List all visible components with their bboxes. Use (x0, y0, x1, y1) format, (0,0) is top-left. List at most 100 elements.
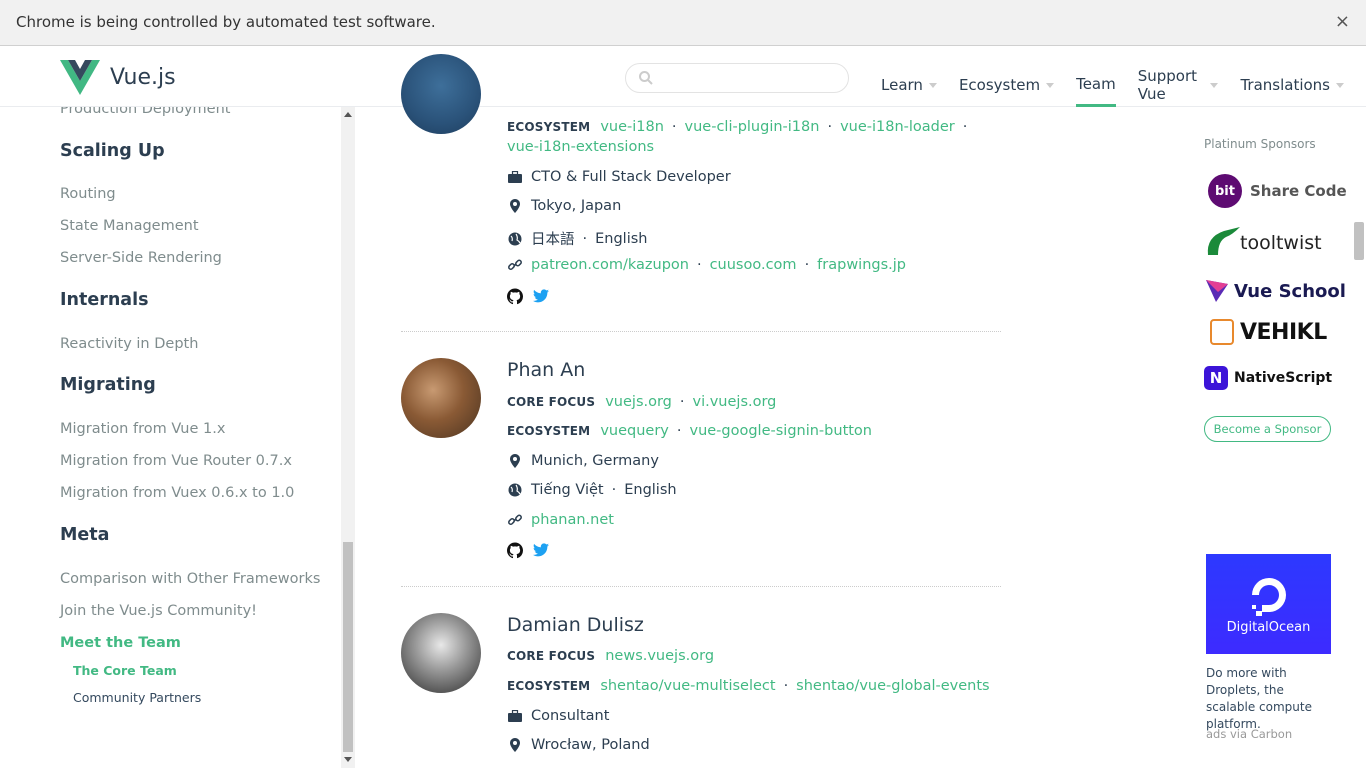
scroll-up-arrow-icon[interactable] (344, 112, 352, 117)
infobar-close-icon[interactable]: × (1335, 11, 1350, 32)
ecosystem-link[interactable]: shentao/vue-multiselect (600, 678, 775, 694)
member-name: Damian Dulisz (507, 614, 644, 636)
chevron-down-icon (1336, 82, 1344, 88)
sponsors-heading: Platinum Sponsors (1204, 137, 1316, 151)
sidebar-sublink-community-partners[interactable]: Community Partners (73, 690, 201, 705)
sidebar-section-scaling-up: Scaling Up (60, 141, 165, 161)
logo[interactable]: Vue.js (60, 60, 176, 95)
sponsor-name: Share Code (1250, 182, 1347, 200)
ecosystem-link[interactable]: vue-i18n-loader (840, 119, 955, 135)
sidebar: Production Deployment Scaling Up Routing… (0, 107, 340, 768)
core-focus-link[interactable]: news.vuejs.org (605, 648, 714, 664)
digitalocean-logo-icon (1252, 578, 1286, 616)
github-icon[interactable] (507, 542, 523, 558)
github-icon[interactable] (507, 288, 523, 304)
globe-icon (507, 231, 523, 247)
nav-ecosystem[interactable]: Ecosystem (959, 67, 1055, 107)
core-focus-row: CORE FOCUS vuejs.org · vi.vuejs.org (507, 394, 777, 410)
ecosystem-link[interactable]: vue-google-signin-button (689, 423, 872, 439)
page-scroll-thumb[interactable] (1354, 222, 1364, 260)
sidebar-section-meta: Meta (60, 525, 110, 545)
map-marker-icon (507, 198, 523, 214)
sidebar-link-state-management[interactable]: State Management (60, 218, 199, 234)
location-text: Wrocław, Poland (531, 737, 650, 753)
link-icon (507, 512, 523, 528)
globe-icon (507, 482, 523, 498)
team-member-card: Damian Dulisz CORE FOCUS news.vuejs.org … (401, 613, 1001, 768)
nav-team-label: Team (1076, 74, 1116, 93)
ecosystem-link[interactable]: vue-cli-plugin-i18n (685, 119, 820, 135)
sidebar-link-migration-vue1[interactable]: Migration from Vue 1.x (60, 421, 225, 437)
core-focus-link[interactable]: vuejs.org (605, 394, 672, 410)
personal-link[interactable]: frapwings.jp (817, 257, 906, 273)
carbon-ad-text[interactable]: Do more with Droplets, the scalable comp… (1206, 665, 1336, 733)
ecosystem-link[interactable]: shentao/vue-global-events (796, 678, 989, 694)
sidebar-link-ssr[interactable]: Server-Side Rendering (60, 250, 222, 266)
sidebar-link-migration-router[interactable]: Migration from Vue Router 0.7.x (60, 453, 292, 469)
personal-link[interactable]: cuusoo.com (710, 257, 797, 273)
sidebar-link-comparison[interactable]: Comparison with Other Frameworks (60, 571, 320, 587)
links-row: phanan.net (507, 512, 614, 528)
work-text: Consultant (531, 708, 610, 724)
sidebar-link-join-community[interactable]: Join the Vue.js Community! (60, 603, 257, 619)
sidebar-link-production-deployment[interactable]: Production Deployment (60, 107, 230, 117)
core-focus-label: CORE FOCUS (507, 395, 596, 409)
divider (401, 331, 1001, 332)
carbon-via-link[interactable]: ads via Carbon (1206, 727, 1292, 741)
location-row: Munich, Germany (507, 453, 659, 469)
sponsor-name: NativeScript (1234, 370, 1333, 386)
nav-support-vue[interactable]: Support Vue (1138, 67, 1219, 107)
member-name: Phan An (507, 359, 586, 381)
sponsor-vueschool[interactable]: Vue School (1204, 278, 1346, 304)
carbon-ad-image[interactable]: DigitalOcean (1206, 554, 1331, 654)
ecosystem-label: ECOSYSTEM (507, 679, 591, 693)
work-row: CTO & Full Stack Developer (507, 169, 731, 185)
sidebar-section-migrating: Migrating (60, 375, 156, 395)
nav-learn[interactable]: Learn (881, 67, 937, 107)
twitter-icon[interactable] (533, 288, 549, 304)
ecosystem-row: ECOSYSTEM shentao/vue-multiselect · shent… (507, 678, 990, 694)
ecosystem-row-continued: vue-i18n-extensions (507, 139, 654, 155)
nav-translations[interactable]: Translations (1240, 67, 1344, 107)
sidebar-link-migration-vuex[interactable]: Migration from Vuex 0.6.x to 1.0 (60, 485, 294, 501)
nav-team[interactable]: Team (1076, 67, 1116, 107)
core-focus-link[interactable]: vi.vuejs.org (693, 394, 777, 410)
tooltwist-logo-icon (1207, 227, 1240, 255)
sponsor-name: tooltwist (1240, 232, 1322, 254)
social-row (507, 542, 557, 558)
sponsor-nativescript[interactable]: N NativeScript (1204, 366, 1332, 390)
ecosystem-label: ECOSYSTEM (507, 424, 591, 438)
sponsor-bit[interactable]: bit Share Code (1204, 174, 1347, 208)
ecosystem-link[interactable]: vuequery (600, 423, 669, 439)
sidebar-link-routing[interactable]: Routing (60, 186, 116, 202)
chevron-down-icon (1210, 82, 1219, 88)
core-focus-label: CORE FOCUS (507, 649, 596, 663)
sponsor-vehikl[interactable]: VEHIKL (1204, 319, 1327, 345)
twitter-icon[interactable] (533, 542, 549, 558)
sidebar-link-meet-team[interactable]: Meet the Team (60, 635, 181, 651)
become-sponsor-button[interactable]: Become a Sponsor (1204, 416, 1331, 442)
sidebar-scroll-thumb[interactable] (343, 542, 353, 752)
divider (401, 586, 1001, 587)
language-text: English (624, 482, 677, 498)
personal-link[interactable]: patreon.com/kazupon (531, 257, 689, 273)
sidebar-scrollbar[interactable] (341, 107, 355, 768)
page-scrollbar[interactable] (1352, 107, 1366, 768)
location-row: Tokyo, Japan (507, 198, 621, 214)
avatar (401, 54, 481, 134)
sponsor-name: VEHIKL (1240, 319, 1327, 345)
link-icon (507, 257, 523, 273)
scroll-down-arrow-icon[interactable] (344, 757, 352, 762)
ecosystem-link[interactable]: vue-i18n (600, 119, 664, 135)
vue-logo-icon (60, 60, 100, 95)
ecosystem-link[interactable]: vue-i18n-extensions (507, 139, 654, 155)
ecosystem-label: ECOSYSTEM (507, 120, 591, 134)
personal-link[interactable]: phanan.net (531, 512, 614, 528)
links-row: patreon.com/kazupon · cuusoo.com · frapwin… (507, 257, 906, 273)
search-input[interactable] (625, 63, 849, 93)
sponsor-tooltwist[interactable]: tooltwist (1204, 225, 1322, 261)
sponsor-name: Vue School (1234, 280, 1346, 302)
sidebar-link-reactivity[interactable]: Reactivity in Depth (60, 336, 198, 352)
sidebar-sublink-core-team[interactable]: The Core Team (73, 663, 177, 678)
team-member-card: ECOSYSTEM vue-i18n · vue-cli-plugin-i18n ·… (401, 54, 1001, 327)
